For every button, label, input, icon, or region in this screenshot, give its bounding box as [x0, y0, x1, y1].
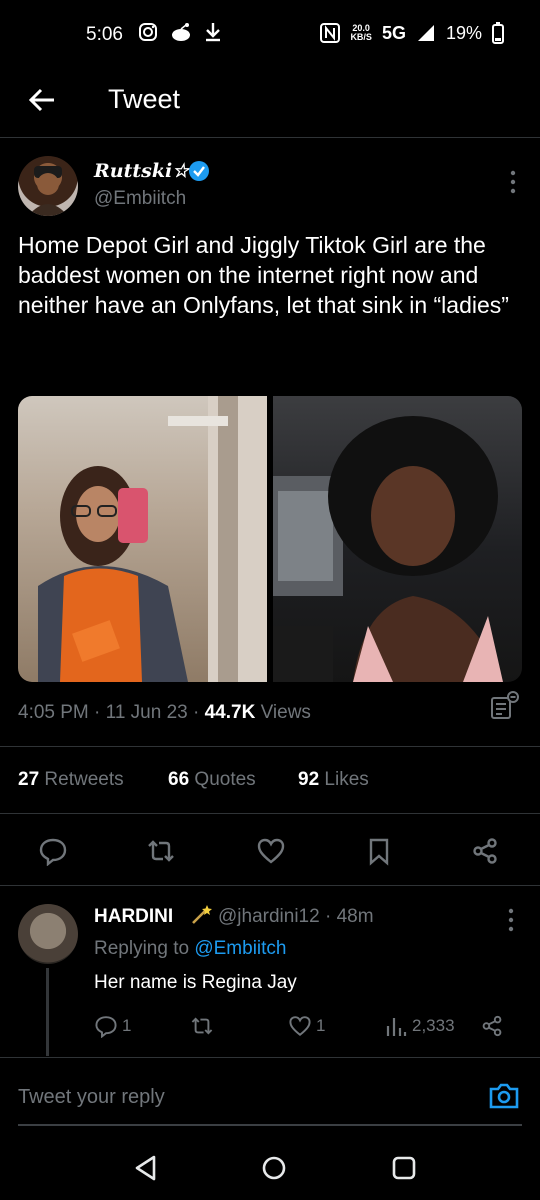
more-options-icon[interactable] — [510, 170, 516, 194]
retweets-stat[interactable]: 27 Retweets — [18, 769, 124, 791]
image-right-illustration — [273, 416, 503, 682]
tweet-time: 4:05 PM — [18, 702, 89, 723]
network-speed-unit: KB/S — [350, 32, 372, 42]
reply-icon — [95, 1016, 117, 1038]
like-heart-icon[interactable] — [256, 836, 286, 866]
reply-tweet[interactable]: HARDINI @jhardini12 · 48m Replying to @E… — [0, 886, 540, 1058]
analytics-icon[interactable] — [488, 690, 520, 722]
signal-icon — [417, 25, 434, 41]
network-type: 5G — [381, 22, 406, 43]
reply-likes-count: 1 — [316, 1016, 326, 1035]
views-bars-icon — [386, 1018, 407, 1036]
views-label: Views — [260, 702, 311, 723]
composer-underline — [18, 1124, 522, 1126]
retweet-icon — [191, 1017, 213, 1035]
author-handle[interactable]: @Embiitch — [94, 188, 186, 210]
likes-count: 92 — [298, 769, 320, 790]
quotes-label: Quotes — [194, 769, 256, 790]
app-header: Tweet — [0, 70, 540, 138]
thread-line — [46, 968, 49, 1056]
quotes-stat[interactable]: 66 Quotes — [168, 769, 256, 791]
download-icon — [206, 23, 220, 42]
tweet-author: Ruttski☆ @Embiitch — [18, 156, 522, 220]
status-bar: 5:06 20.0 KB/S 5G 19% — [0, 0, 540, 70]
views-count: 44.7K — [204, 702, 256, 723]
likes-stat[interactable]: 92 Likes — [298, 769, 369, 791]
status-notification-icons — [138, 22, 222, 42]
battery-percent: 19% — [445, 22, 482, 43]
battery-icon — [492, 22, 504, 44]
tweet-stats: 27 Retweets 66 Quotes 92 Likes — [0, 746, 540, 814]
replying-label: Replying to — [94, 938, 190, 959]
reply-avatar[interactable] — [18, 904, 78, 964]
reply-actions: 1 1 2,333 — [94, 1014, 514, 1044]
reply-text: Her name is Regina Jay — [94, 972, 297, 993]
reply-icon[interactable] — [38, 836, 68, 866]
meta-separator: · — [193, 702, 205, 723]
reply-author-name[interactable]: HARDINI — [94, 906, 173, 928]
reply-share-action[interactable] — [480, 1014, 504, 1038]
retweets-count: 27 — [18, 769, 40, 790]
share-icon[interactable] — [470, 836, 500, 866]
media-image-left[interactable] — [18, 396, 267, 682]
author-avatar[interactable] — [18, 156, 78, 216]
page-title: Tweet — [108, 84, 181, 114]
tweet-meta: 4:05 PM · 11 Jun 23 · 44.7K Views — [18, 702, 311, 724]
back-arrow-icon[interactable] — [26, 84, 58, 116]
instagram-icon — [139, 23, 157, 41]
share-icon — [482, 1015, 502, 1037]
author-name[interactable]: Ruttski☆ — [94, 160, 189, 182]
tweet-date: 11 Jun 23 — [105, 702, 188, 723]
nav-back-icon[interactable] — [132, 1154, 160, 1182]
avatar-illustration — [28, 166, 68, 216]
reply-like-action[interactable]: 1 — [288, 1014, 325, 1038]
magic-wand-icon — [192, 905, 212, 924]
tweet-text: Home Depot Girl and Jiggly Tiktok Girl a… — [18, 232, 509, 318]
bookmark-icon[interactable] — [364, 836, 394, 866]
replying-to: Replying to @Embiitch — [94, 938, 287, 960]
nfc-icon — [320, 23, 341, 43]
reply-more-icon[interactable] — [508, 908, 514, 932]
reply-views-action[interactable]: 2,333 — [384, 1014, 455, 1038]
media-image-right[interactable] — [273, 396, 522, 682]
image-left-illustration — [38, 396, 267, 682]
camera-icon[interactable] — [488, 1082, 520, 1110]
system-nav-bar — [0, 1134, 540, 1200]
reply-views-count: 2,333 — [412, 1016, 455, 1035]
status-time: 5:06 — [86, 24, 123, 45]
retweet-icon[interactable] — [146, 836, 176, 866]
network-speed: 20.0 KB/S — [350, 24, 372, 42]
nav-recents-icon[interactable] — [390, 1154, 418, 1182]
like-heart-icon — [289, 1016, 311, 1037]
reply-reply-action[interactable]: 1 — [94, 1014, 131, 1038]
quotes-count: 66 — [168, 769, 190, 790]
meta-separator: · — [94, 702, 106, 723]
reddit-icon — [172, 23, 190, 41]
verified-badge-icon — [189, 161, 209, 181]
replying-to-handle[interactable]: @Embiitch — [194, 938, 286, 959]
reply-composer — [0, 1064, 540, 1128]
likes-label: Likes — [324, 769, 369, 790]
retweets-label: Retweets — [44, 769, 124, 790]
tweet-media — [18, 396, 522, 682]
reply-input[interactable] — [18, 1082, 438, 1112]
reply-replies-count: 1 — [122, 1016, 132, 1035]
nav-home-icon[interactable] — [260, 1154, 288, 1182]
reply-handle-time: @jhardini12 · 48m — [218, 906, 374, 927]
reply-retweet-action[interactable] — [190, 1014, 214, 1038]
status-right-icons: 20.0 KB/S 5G 19% — [320, 22, 504, 44]
tweet-actions — [0, 814, 540, 886]
